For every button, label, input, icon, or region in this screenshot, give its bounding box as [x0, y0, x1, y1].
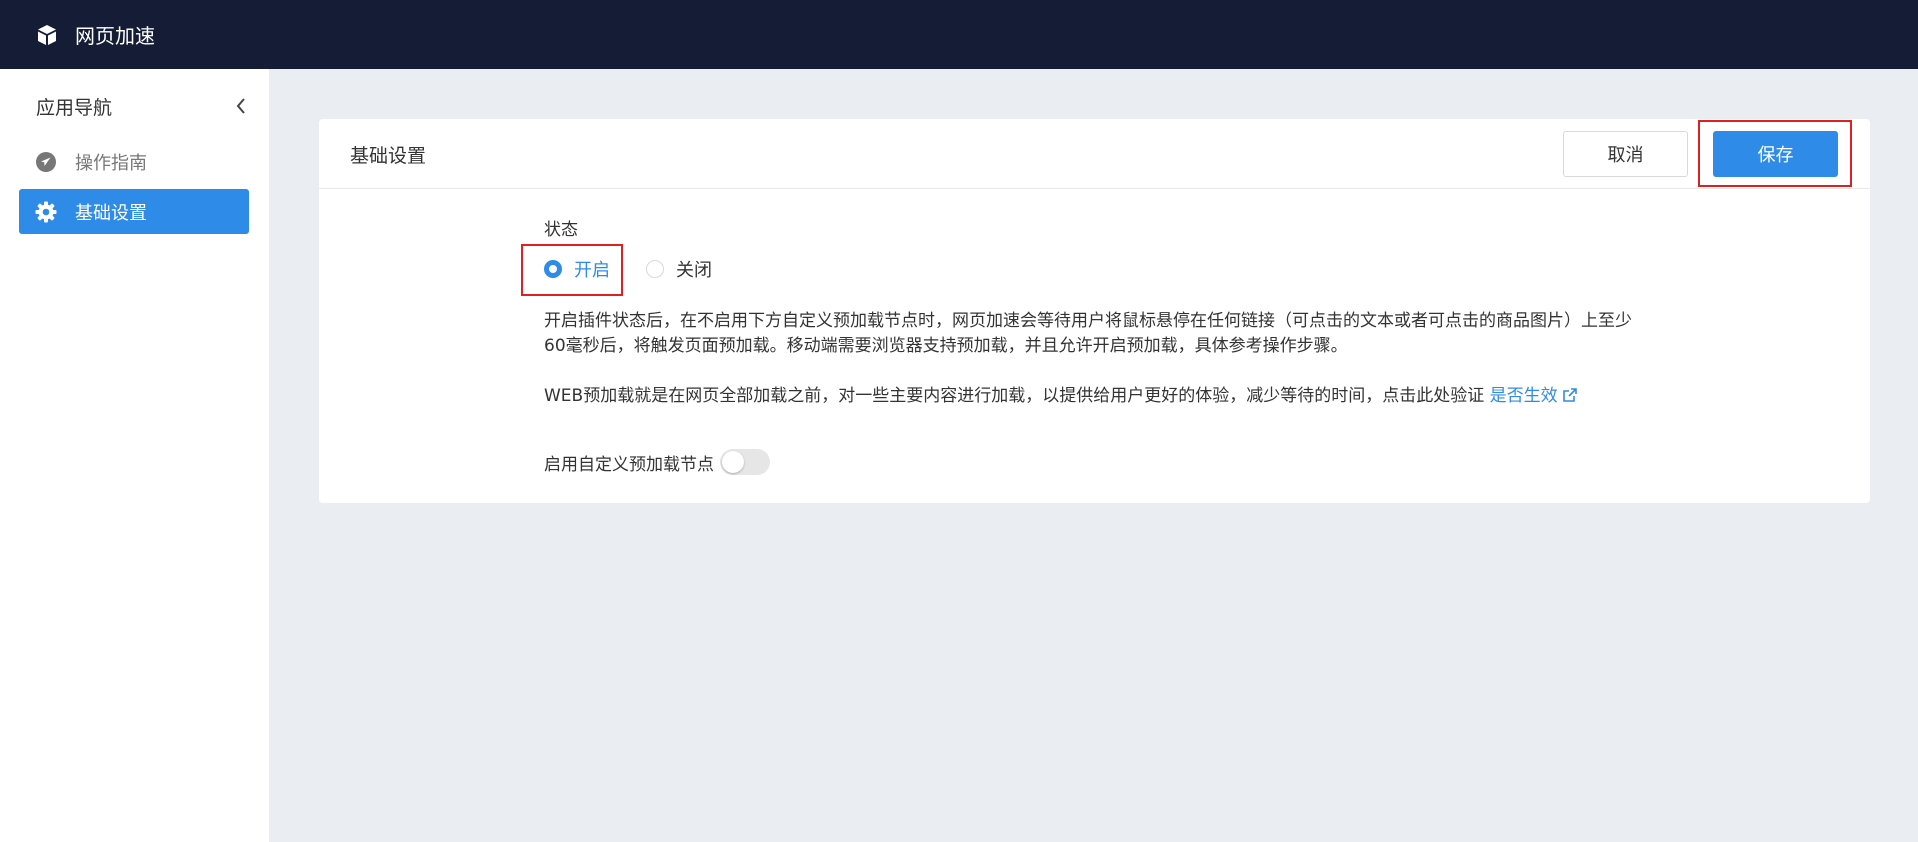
status-radio-off[interactable]: 关闭	[646, 254, 712, 284]
custom-node-label: 启用自定义预加载节点	[544, 454, 714, 475]
verify-link-text: 是否生效	[1489, 386, 1558, 406]
cube-logo-icon	[36, 24, 58, 46]
status-radio-group: 开启 关闭	[544, 254, 844, 284]
status-radio-on[interactable]: 开启	[544, 254, 610, 284]
sidebar-header: 应用导航	[36, 91, 252, 121]
sidebar-item-label: 基础设置	[75, 202, 147, 224]
status-description: 开启插件状态后，在不启用下方自定义预加载节点时，网页加速会等待用户将鼠标悬停在任…	[544, 311, 1632, 356]
settings-card: 基础设置 取消 保存 状态 开启 关闭 开启插件状态后，在不启用下方自定义预加载…	[319, 119, 1870, 503]
chevron-left-icon[interactable]	[230, 95, 252, 117]
sidebar-title: 应用导航	[36, 96, 113, 119]
radio-checked-icon	[544, 260, 562, 278]
sidebar-item-guide[interactable]: 操作指南	[19, 139, 249, 184]
radio-label: 开启	[574, 260, 610, 281]
preload-description-text: WEB预加载就是在网页全部加载之前，对一些主要内容进行加载，以提供给用户更好的体…	[544, 386, 1490, 406]
custom-node-toggle[interactable]	[720, 449, 770, 475]
top-bar: 网页加速	[0, 0, 1918, 69]
status-label: 状态	[544, 220, 578, 240]
toggle-knob	[722, 451, 744, 473]
preload-description: WEB预加载就是在网页全部加载之前，对一些主要内容进行加载，以提供给用户更好的体…	[544, 384, 1664, 411]
sidebar-item-label: 操作指南	[75, 152, 147, 174]
sidebar-item-basic-settings[interactable]: 基础设置	[19, 189, 249, 234]
radio-unchecked-icon	[646, 260, 664, 278]
app-title: 网页加速	[75, 24, 155, 48]
card-header: 基础设置 取消 保存	[319, 119, 1870, 189]
radio-label: 关闭	[676, 260, 712, 281]
gear-icon	[35, 201, 57, 223]
navigation-arrow-icon	[35, 151, 57, 173]
sidebar: 应用导航 操作指南 基础设置	[0, 69, 269, 842]
verify-link[interactable]: 是否生效	[1490, 386, 1578, 406]
card-title: 基础设置	[350, 145, 427, 167]
custom-node-row: 启用自定义预加载节点	[544, 447, 770, 477]
save-button[interactable]: 保存	[1713, 131, 1838, 177]
external-link-icon	[1562, 386, 1578, 411]
cancel-button[interactable]: 取消	[1563, 131, 1688, 177]
